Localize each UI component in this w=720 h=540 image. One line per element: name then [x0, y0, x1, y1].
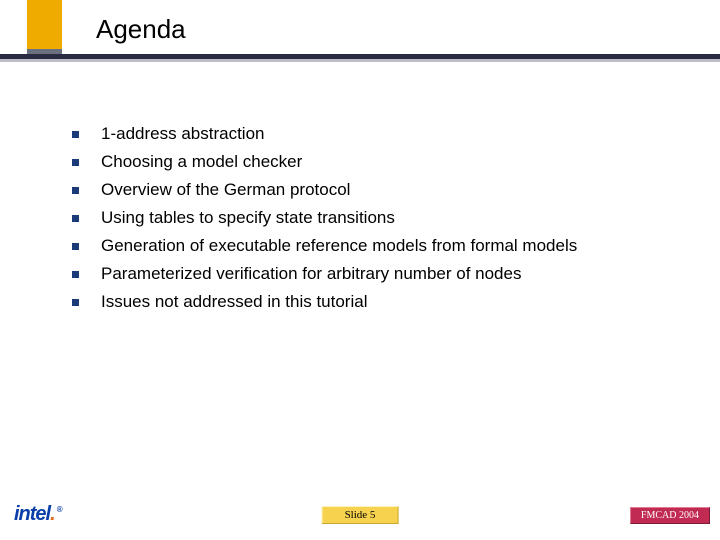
list-item: 1-address abstraction [72, 122, 692, 146]
list-item: Parameterized verification for arbitrary… [72, 262, 692, 286]
page-title: Agenda [96, 14, 186, 45]
square-bullet-icon [72, 187, 79, 194]
intel-logo: intel.® [14, 503, 62, 526]
list-item-text: Overview of the German protocol [101, 178, 350, 202]
list-item: Issues not addressed in this tutorial [72, 290, 692, 314]
square-bullet-icon [72, 131, 79, 138]
logo-text: intel [14, 503, 50, 525]
slide-header: Agenda [0, 0, 720, 78]
list-item-text: Issues not addressed in this tutorial [101, 290, 367, 314]
square-bullet-icon [72, 215, 79, 222]
list-item-text: Choosing a model checker [101, 150, 302, 174]
square-bullet-icon [72, 243, 79, 250]
list-item: Overview of the German protocol [72, 178, 692, 202]
list-item-text: Using tables to specify state transition… [101, 206, 395, 230]
slide-number-badge: Slide 5 [322, 506, 399, 524]
list-item: Generation of executable reference model… [72, 234, 692, 258]
list-item-text: 1-address abstraction [101, 122, 264, 146]
header-rule-shadow [0, 59, 720, 62]
list-item-text: Parameterized verification for arbitrary… [101, 262, 521, 286]
conference-badge: FMCAD 2004 [630, 507, 710, 524]
list-item: Choosing a model checker [72, 150, 692, 174]
square-bullet-icon [72, 299, 79, 306]
square-bullet-icon [72, 271, 79, 278]
logo-dot: . [50, 503, 55, 525]
bullet-list: 1-address abstraction Choosing a model c… [72, 122, 692, 318]
square-bullet-icon [72, 159, 79, 166]
accent-block [27, 0, 62, 49]
slide-footer: intel.® Slide 5 FMCAD 2004 [0, 494, 720, 540]
list-item-text: Generation of executable reference model… [101, 234, 577, 258]
registered-icon: ® [57, 505, 62, 514]
list-item: Using tables to specify state transition… [72, 206, 692, 230]
